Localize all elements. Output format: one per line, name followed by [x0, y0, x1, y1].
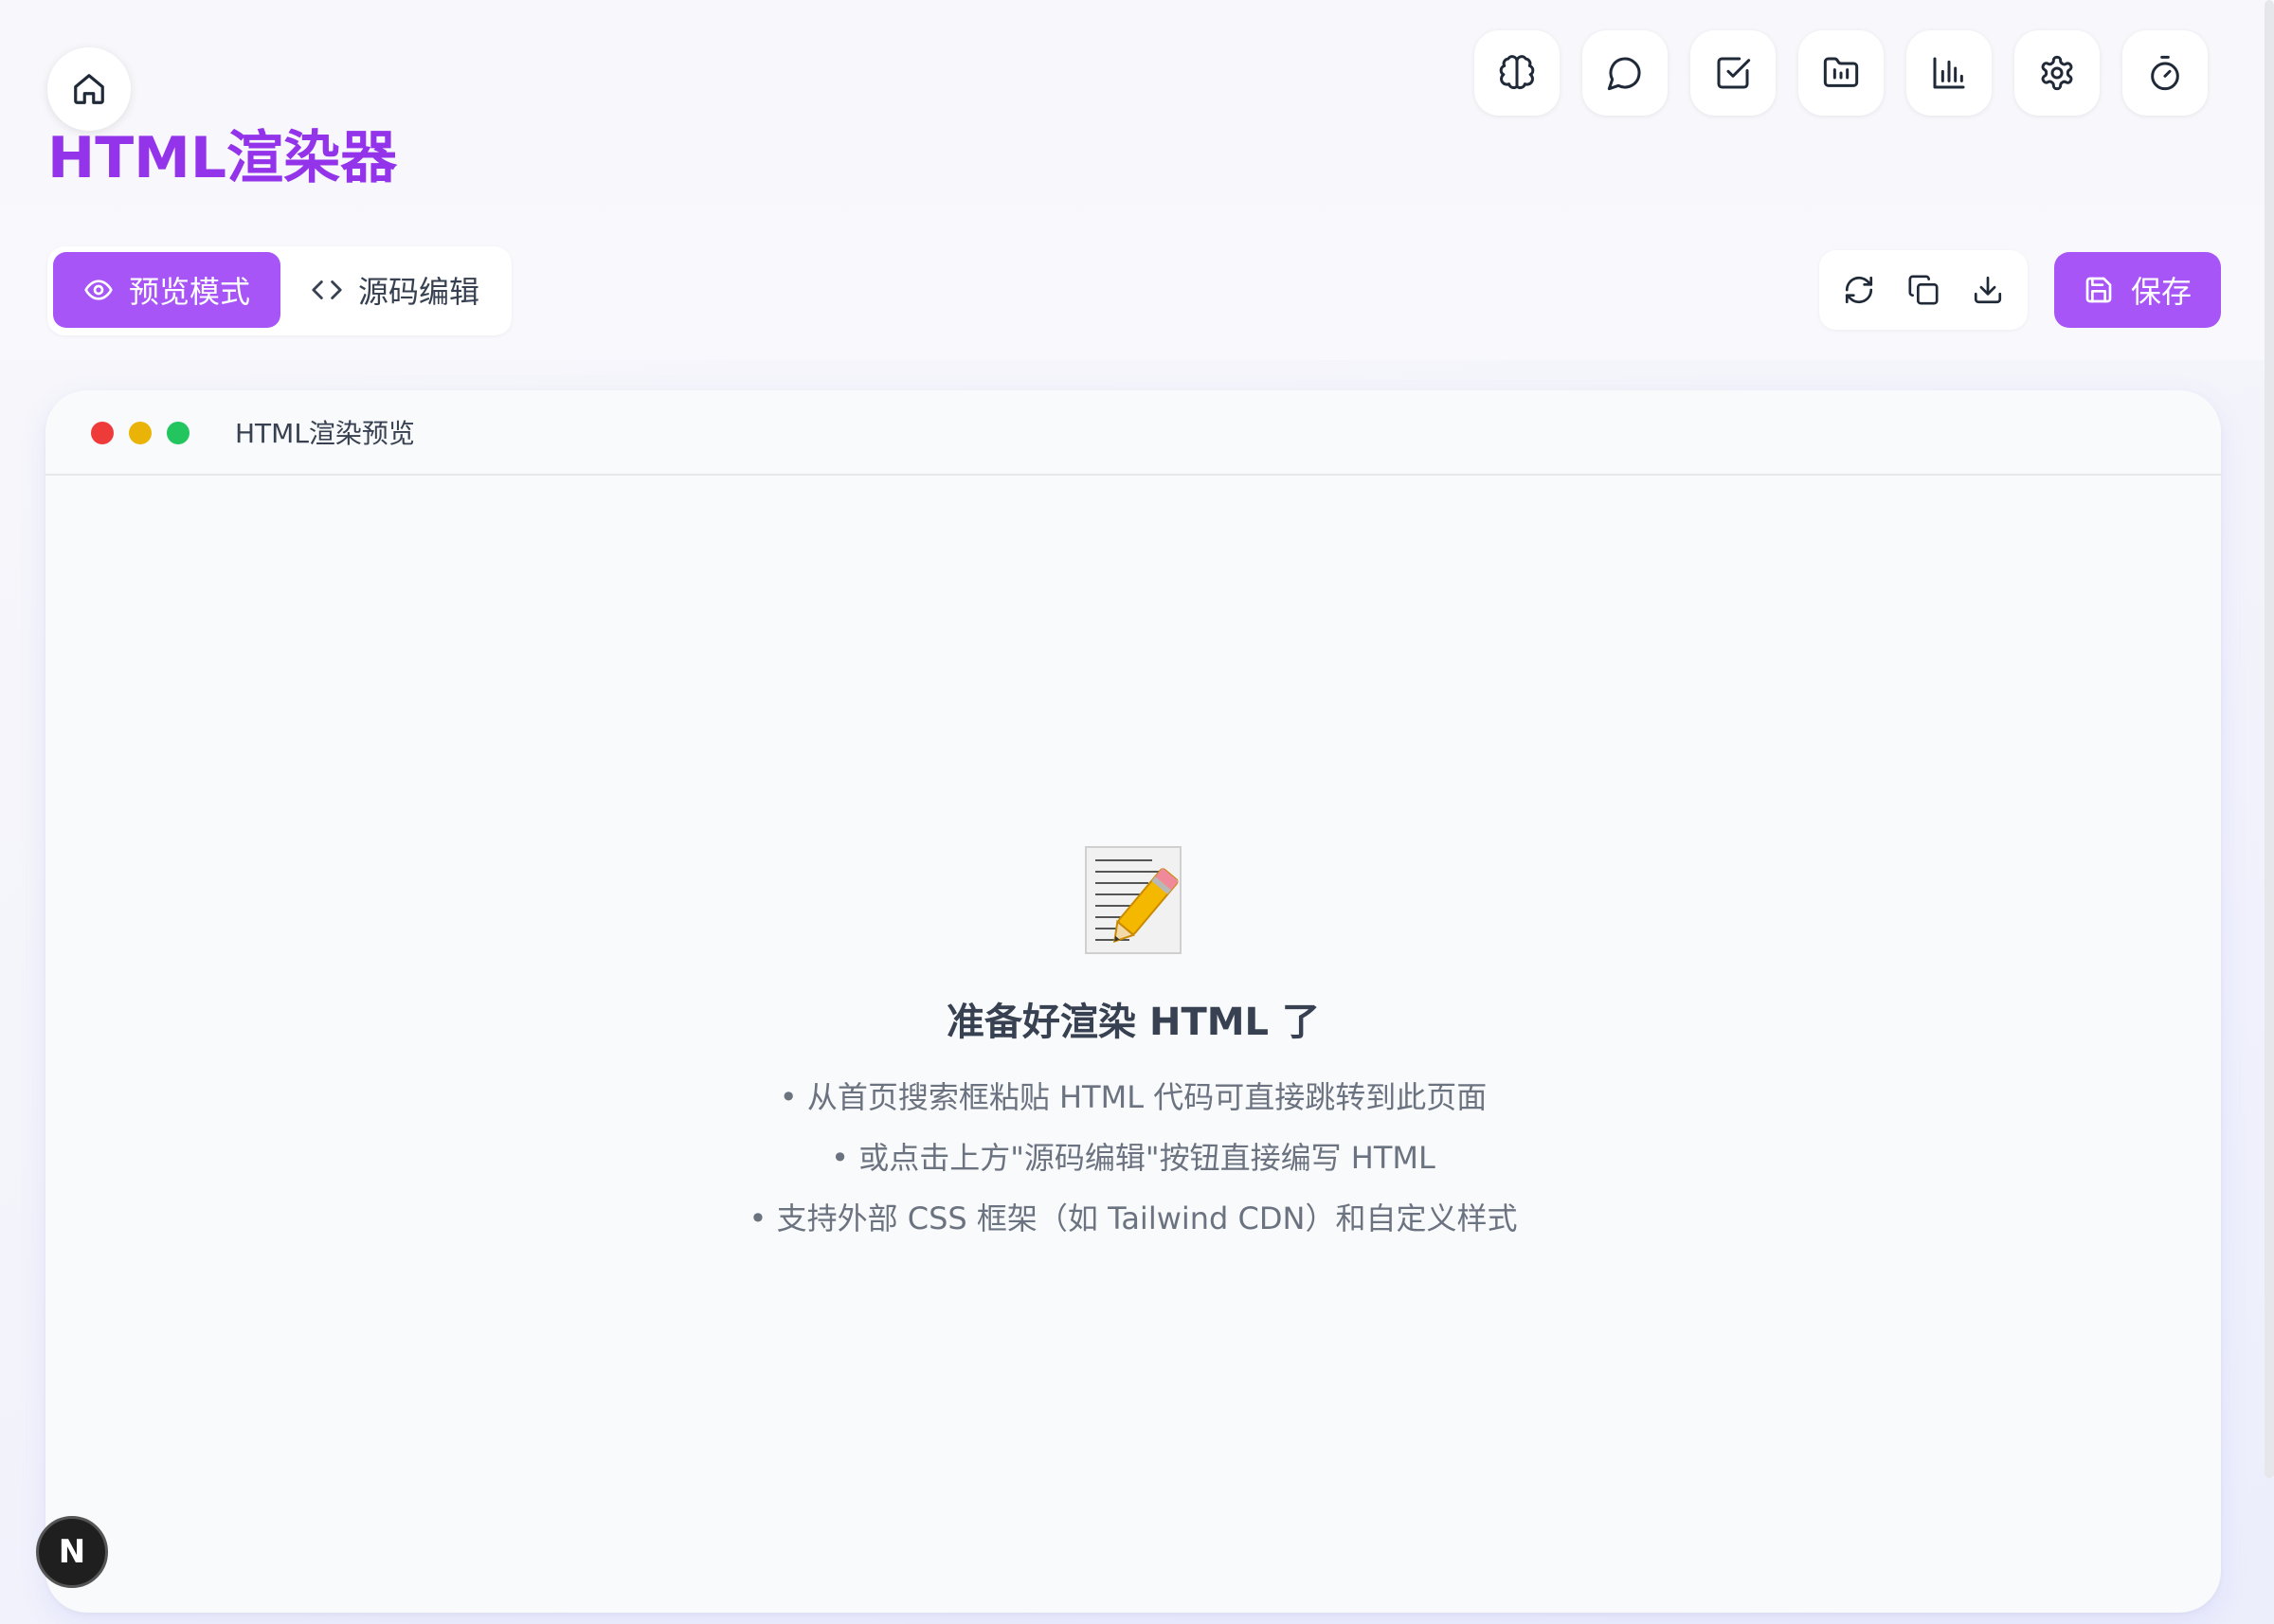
preview-window: HTML渲染预览 准备好渲染 HTML 了 • 从首页搜索框粘贴 HTML 代码… [45, 390, 2221, 1613]
brain-icon [1499, 55, 1535, 90]
settings-button[interactable] [2014, 30, 2100, 116]
home-icon [74, 74, 104, 104]
timer-icon [2151, 55, 2179, 91]
empty-state-title: 准备好渲染 HTML 了 [947, 1001, 1320, 1044]
folder-button[interactable] [1798, 30, 1884, 116]
folder-chart-icon [1823, 57, 1859, 87]
window-close-dot [91, 422, 114, 444]
copy-button[interactable] [1897, 263, 1950, 316]
source-edit-button[interactable]: 源码编辑 [311, 252, 500, 328]
dev-tools-badge[interactable]: N [36, 1516, 108, 1588]
stats-button[interactable] [1906, 30, 1992, 116]
save-button[interactable]: 保存 [2054, 252, 2221, 328]
save-label: 保存 [2130, 274, 2192, 310]
source-edit-label: 源码编辑 [358, 274, 480, 310]
empty-state: 准备好渲染 HTML 了 • 从首页搜索框粘贴 HTML 代码可直接跳转到此页面… [45, 845, 2221, 1249]
preview-mode-button[interactable]: 预览模式 [53, 252, 280, 328]
refresh-icon [1845, 276, 1873, 304]
gear-icon [2041, 55, 2073, 91]
empty-state-tips: • 从首页搜索框粘贴 HTML 代码可直接跳转到此页面 • 或点击上方"源码编辑… [45, 1067, 2221, 1249]
chat-button[interactable] [1582, 30, 1668, 116]
tip-item: • 或点击上方"源码编辑"按钮直接编写 HTML [831, 1140, 1435, 1176]
window-maximize-dot [167, 422, 190, 444]
save-icon [2085, 277, 2112, 303]
scrollbar[interactable] [2265, 0, 2274, 1478]
preview-mode-label: 预览模式 [128, 274, 250, 310]
memo-icon [1084, 845, 1182, 955]
download-icon [1974, 276, 2002, 304]
eye-icon [84, 280, 113, 300]
brain-button[interactable] [1474, 30, 1560, 116]
preview-window-title: HTML渲染预览 [235, 418, 415, 449]
code-icon [312, 280, 342, 299]
tasks-button[interactable] [1690, 30, 1776, 116]
top-nav [1474, 30, 2208, 116]
checkbox-icon [1717, 57, 1751, 89]
copy-icon [1908, 275, 1939, 305]
dev-tools-badge-label: N [58, 1533, 86, 1571]
tip-item: • 支持外部 CSS 框架（如 Tailwind CDN）和自定义样式 [749, 1200, 1518, 1236]
page-title: HTML渲染器 [47, 125, 398, 191]
chat-bubble-icon [1607, 57, 1641, 91]
timer-button[interactable] [2122, 30, 2208, 116]
window-minimize-dot [129, 422, 152, 444]
bar-chart-icon [1933, 57, 1965, 89]
download-button[interactable] [1961, 263, 2014, 316]
action-toolbar [1819, 250, 2028, 330]
mode-toggle: 预览模式 源码编辑 [47, 246, 512, 335]
preview-window-header: HTML渲染预览 [45, 390, 2221, 476]
tip-item: • 从首页搜索框粘贴 HTML 代码可直接跳转到此页面 [779, 1079, 1488, 1115]
refresh-button[interactable] [1832, 263, 1886, 316]
